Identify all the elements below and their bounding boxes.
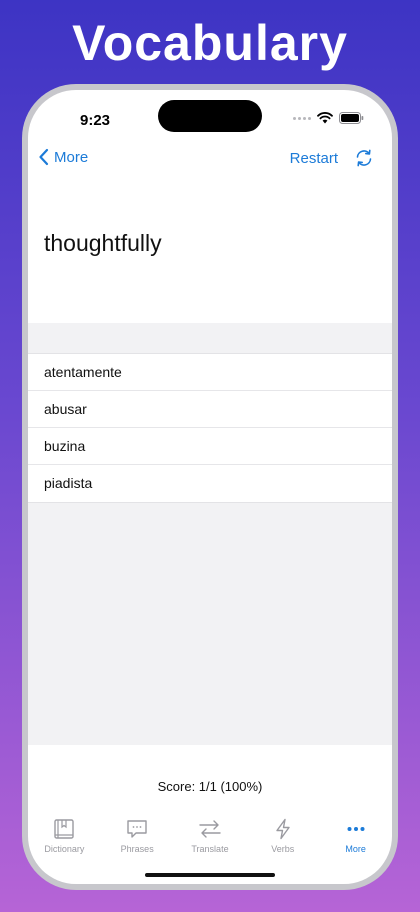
tab-label: More — [345, 844, 366, 854]
tab-label: Dictionary — [44, 844, 85, 854]
chevron-left-icon — [39, 148, 49, 166]
swap-arrows-icon — [199, 820, 221, 838]
lightning-icon — [276, 818, 290, 840]
status-icons — [293, 112, 364, 124]
tab-label: Translate — [191, 844, 229, 854]
quiz-word: thoughtfully — [44, 230, 162, 256]
status-time: 9:23 — [80, 112, 111, 129]
signal-dots-icon — [293, 116, 311, 120]
answer-list: atentamente abusar buzina piadista — [28, 353, 392, 503]
promo-headline: Vocabulary — [72, 15, 348, 71]
tab-label: Verbs — [271, 844, 295, 854]
dynamic-island — [158, 100, 262, 132]
tab-bar: Dictionary Phrases Translate Verbs More — [28, 818, 392, 858]
speech-bubble-icon — [127, 820, 147, 838]
answers-area: atentamente abusar buzina piadista — [28, 323, 392, 745]
back-button[interactable]: More — [38, 148, 88, 166]
refresh-button[interactable] — [354, 148, 374, 173]
back-button-label: More — [54, 148, 89, 166]
navigation-bar: More Restart — [28, 146, 392, 176]
phone-frame: 9:23 More Restart thoughtfully atentamen… — [22, 84, 398, 890]
restart-button[interactable]: Restart — [290, 150, 338, 167]
answer-option[interactable]: buzina — [28, 428, 392, 465]
tab-verbs[interactable]: Verbs — [246, 818, 319, 858]
tab-more[interactable]: More — [319, 818, 392, 858]
app-screen: 9:23 More Restart thoughtfully atentamen… — [28, 90, 392, 884]
answer-option[interactable]: atentamente — [28, 354, 392, 391]
answer-option[interactable]: piadista — [28, 465, 392, 502]
battery-icon — [339, 112, 364, 124]
refresh-icon — [356, 149, 372, 167]
answer-option[interactable]: abusar — [28, 391, 392, 428]
tab-phrases[interactable]: Phrases — [101, 818, 174, 858]
wifi-icon — [317, 112, 333, 124]
tab-translate[interactable]: Translate — [174, 818, 247, 858]
book-icon — [54, 819, 75, 839]
tab-label: Phrases — [120, 844, 154, 854]
score-text: Score: 1/1 (100%) — [157, 779, 263, 794]
tab-dictionary[interactable]: Dictionary — [28, 818, 101, 858]
ellipsis-icon — [347, 827, 365, 831]
home-indicator — [145, 873, 275, 877]
